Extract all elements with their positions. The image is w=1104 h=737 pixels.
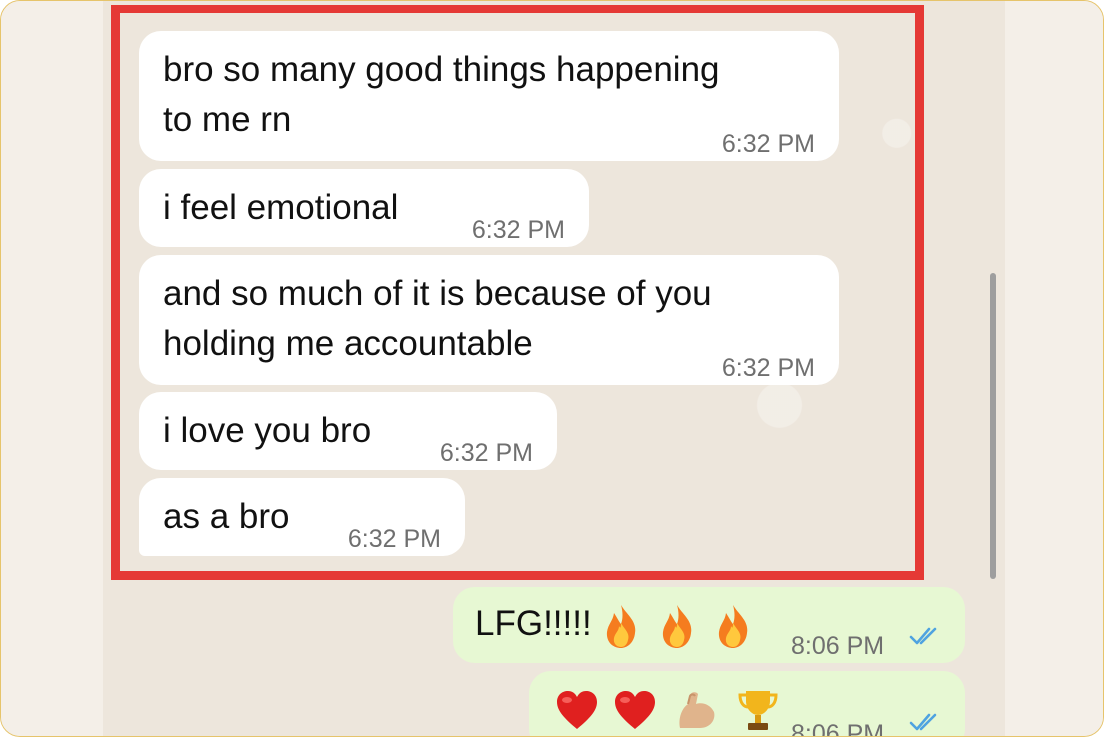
message-text: LFG!!!!! <box>475 604 592 643</box>
trophy-icon <box>738 690 778 730</box>
flexed-biceps-icon <box>679 692 715 728</box>
heart-icon <box>614 690 655 729</box>
left-margin <box>1 1 103 736</box>
scrollbar[interactable] <box>990 273 996 579</box>
heart-icon <box>557 690 597 729</box>
read-double-check-icon <box>909 713 937 731</box>
fire-icon <box>607 604 636 648</box>
message-time: 8:06 PM <box>791 720 885 737</box>
right-margin <box>1003 1 1103 736</box>
fire-icon <box>718 604 748 648</box>
message-content <box>555 683 780 733</box>
screenshot-frame: bro so many good things happening to me … <box>0 0 1104 737</box>
outgoing-message[interactable]: LFG!!!!! 8:06 PM <box>453 587 965 663</box>
read-double-check-icon <box>909 627 937 645</box>
fire-icon <box>663 604 692 648</box>
highlight-box <box>111 5 924 580</box>
outgoing-message[interactable]: 8:06 PM <box>529 671 965 737</box>
message-time: 8:06 PM <box>791 632 885 660</box>
message-content: LFG!!!!! <box>475 599 753 649</box>
